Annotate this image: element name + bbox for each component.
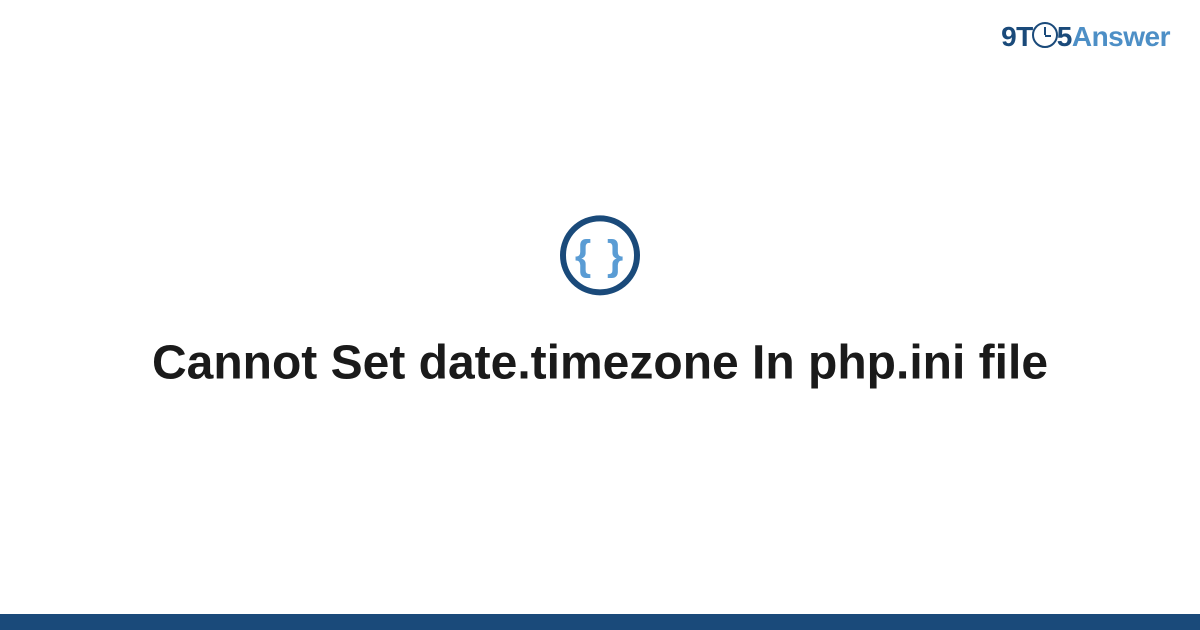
main-content: { } Cannot Set date.timezone In php.ini … (0, 215, 1200, 393)
site-logo: 9T 5Answer (1001, 20, 1170, 53)
logo-text-mid: 5 (1057, 21, 1072, 52)
logo-text-prefix: 9T (1001, 21, 1033, 52)
footer-accent-bar (0, 614, 1200, 630)
page-title: Cannot Set date.timezone In php.ini file (0, 333, 1200, 393)
logo-text-suffix: Answer (1072, 21, 1170, 52)
code-braces-icon: { } (575, 234, 625, 276)
clock-icon (1032, 22, 1058, 48)
category-icon-container: { } (560, 215, 640, 295)
